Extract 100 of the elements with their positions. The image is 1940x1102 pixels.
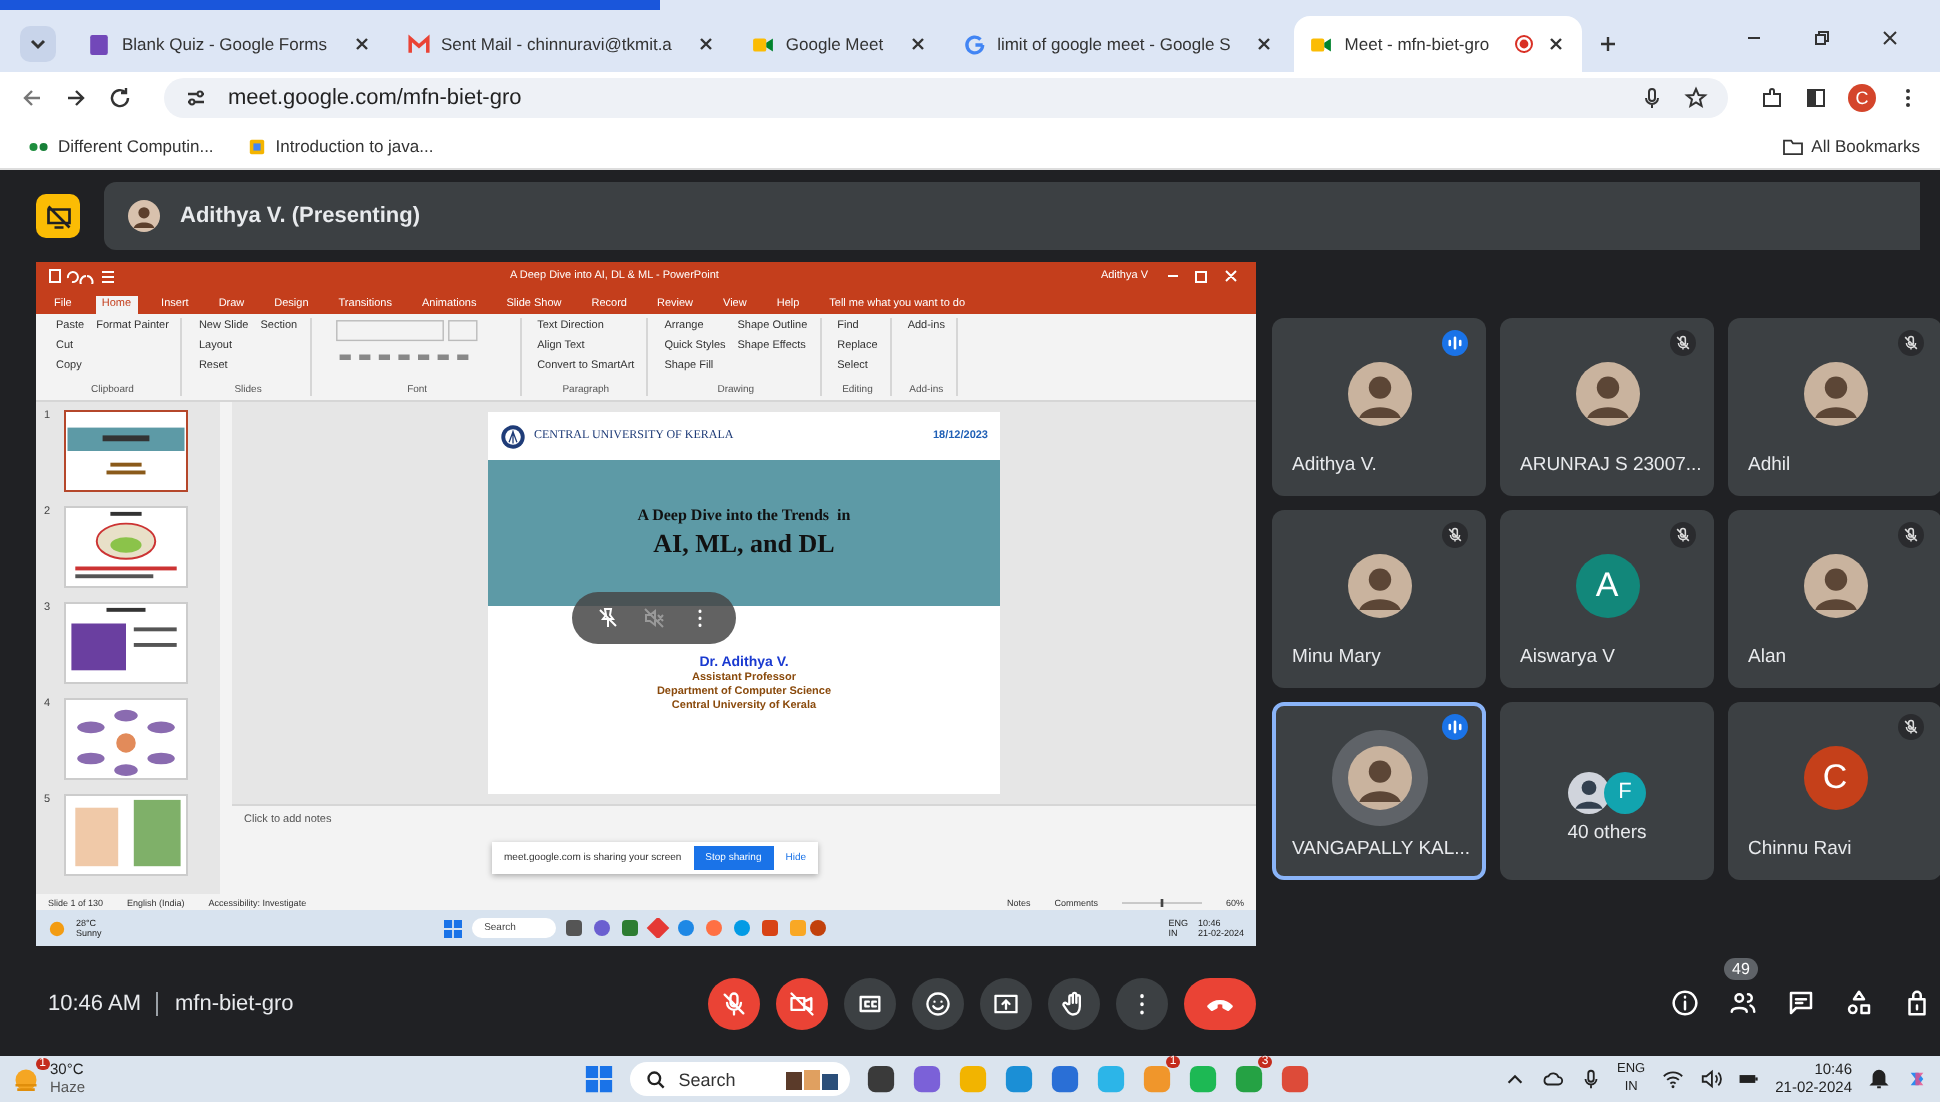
mail-icon <box>407 33 430 55</box>
close-icon[interactable] <box>695 34 716 54</box>
chat-icon[interactable] <box>1786 988 1816 1018</box>
avatar-silhouette-icon <box>1803 362 1867 426</box>
search-icon <box>646 1069 667 1089</box>
page-icon <box>245 137 268 155</box>
wifi-icon[interactable] <box>1661 1068 1684 1090</box>
close-icon[interactable] <box>1880 28 1900 48</box>
lock-icon[interactable] <box>1902 988 1932 1018</box>
forward-arrow-icon[interactable] <box>64 86 88 110</box>
bookmark-link[interactable]: Introduction to java... <box>245 136 434 156</box>
microphone-icon[interactable] <box>1579 1068 1602 1090</box>
site-settings-icon[interactable] <box>184 86 208 110</box>
zoom-slider[interactable] <box>1121 897 1202 907</box>
reactions-button[interactable] <box>912 977 964 1029</box>
slide-title: AI, ML, and DL <box>653 528 835 560</box>
leave-call-button[interactable] <box>1184 977 1256 1029</box>
browser-tab[interactable]: Meet - mfn-biet-gro <box>1294 16 1582 72</box>
close-icon[interactable] <box>907 34 928 54</box>
windows-logo-icon[interactable] <box>444 919 463 937</box>
participant-name: Minu Mary <box>1290 646 1383 672</box>
browser-tab[interactable]: Blank Quiz - Google Forms <box>72 16 388 72</box>
windows-logo-icon[interactable] <box>584 1064 615 1094</box>
folder-icon <box>1781 137 1804 155</box>
pin-off-icon[interactable] <box>595 606 620 630</box>
captions-button[interactable] <box>844 977 896 1029</box>
participant-tile[interactable]: Alan <box>1728 510 1940 688</box>
emoji-icon <box>924 989 952 1017</box>
tab-title: limit of google meet - Google S <box>997 34 1233 54</box>
camera-off-icon <box>788 989 816 1017</box>
mic-off-icon <box>720 989 748 1017</box>
all-bookmarks-button[interactable]: All Bookmarks <box>1781 136 1920 156</box>
avatar-silhouette-icon <box>1347 362 1411 426</box>
avatar-silhouette-icon <box>1347 746 1411 810</box>
slide-subtitle: A Deep Dive into the Trends in <box>637 506 851 524</box>
participant-name: Alan <box>1746 646 1789 672</box>
participant-name: Aiswarya V <box>1518 646 1618 672</box>
weather-sun-icon <box>48 919 66 937</box>
slide-thumbnail[interactable] <box>64 410 188 492</box>
browser-tab[interactable]: Google Meet <box>735 16 944 72</box>
taskbar-search-field[interactable]: Search <box>630 1062 851 1096</box>
participant-tile[interactable]: VANGAPALLY KAL... <box>1272 702 1486 880</box>
camera-button[interactable] <box>776 977 828 1029</box>
tab-title: Sent Mail - chinnuravi@tkmit.a <box>441 34 674 54</box>
app-icon[interactable] <box>1050 1064 1081 1094</box>
avatar-initial: F <box>1604 771 1646 813</box>
reload-icon[interactable] <box>108 86 132 110</box>
microphone-button[interactable] <box>708 977 760 1029</box>
participant-name: ARUNRAJ S 23007... <box>1518 454 1704 480</box>
video-camera-icon <box>751 33 774 55</box>
participant-tile[interactable]: C Chinnu Ravi <box>1728 702 1940 880</box>
browser-tab[interactable]: limit of google meet - Google S <box>947 16 1291 72</box>
meeting-time: 10:46 AM <box>48 991 141 1015</box>
presentation-button[interactable] <box>36 194 80 238</box>
avatar-silhouette-icon <box>1803 554 1867 618</box>
microphone-icon[interactable] <box>1640 86 1664 110</box>
present-screen-icon <box>992 989 1020 1017</box>
tab-search-button[interactable] <box>20 26 56 62</box>
participant-count-badge: 49 <box>1724 958 1758 980</box>
side-panel-icon[interactable] <box>1804 86 1828 110</box>
bookmark-link[interactable]: Different Computin... <box>28 136 214 156</box>
participant-tile[interactable]: Adithya V. <box>1272 318 1486 496</box>
profile-avatar[interactable]: C <box>1848 84 1876 112</box>
close-icon[interactable] <box>1254 34 1275 54</box>
participant-name: VANGAPALLY KAL... <box>1290 838 1473 864</box>
avatar-silhouette-icon <box>128 200 160 232</box>
present-button[interactable] <box>980 977 1032 1029</box>
back-arrow-icon[interactable] <box>20 86 44 110</box>
participant-name: Adithya V. <box>1290 454 1379 480</box>
app-icon[interactable] <box>866 1064 897 1094</box>
tab-title: Meet - mfn-biet-gro <box>1344 34 1492 54</box>
raise-hand-button[interactable] <box>1048 977 1100 1029</box>
speaker-icon[interactable] <box>1699 1068 1722 1090</box>
dots-icon <box>28 137 50 155</box>
restore-icon[interactable] <box>1812 28 1832 48</box>
browser-tab[interactable]: Sent Mail - chinnuravi@tkmit.a <box>391 16 732 72</box>
cloud-icon[interactable] <box>1541 1068 1564 1090</box>
participant-tile[interactable]: Minu Mary <box>1272 510 1486 688</box>
address-bar[interactable]: meet.google.com/mfn-biet-gro <box>164 78 1728 118</box>
participant-tile[interactable]: F 40 others <box>1500 702 1714 880</box>
avatar-initial: A <box>1575 554 1639 618</box>
close-icon[interactable] <box>1545 34 1566 54</box>
participant-tile[interactable]: Adhil <box>1728 318 1940 496</box>
close-icon[interactable] <box>351 34 372 54</box>
bell-icon[interactable] <box>1868 1068 1890 1090</box>
avatar-silhouette-icon <box>1347 554 1411 618</box>
star-icon[interactable] <box>1684 86 1708 110</box>
avatar-initial: C <box>1803 746 1867 810</box>
info-icon[interactable] <box>1670 988 1700 1018</box>
search-highlight-drawing <box>782 1067 843 1091</box>
new-tab-icon[interactable] <box>1597 34 1618 54</box>
participant-tile[interactable]: A Aiswarya V <box>1500 510 1714 688</box>
tab-title: Google Meet <box>785 34 886 54</box>
screen-share-off-icon <box>43 201 73 231</box>
avatar-silhouette-icon <box>1568 771 1610 813</box>
university-emblem-icon <box>500 423 526 449</box>
participant-tile[interactable]: ARUNRAJ S 23007... <box>1500 318 1714 496</box>
shapes-icon[interactable] <box>1844 988 1874 1018</box>
puzzle-piece-icon[interactable] <box>1760 86 1784 110</box>
people-icon[interactable] <box>1728 988 1758 1018</box>
